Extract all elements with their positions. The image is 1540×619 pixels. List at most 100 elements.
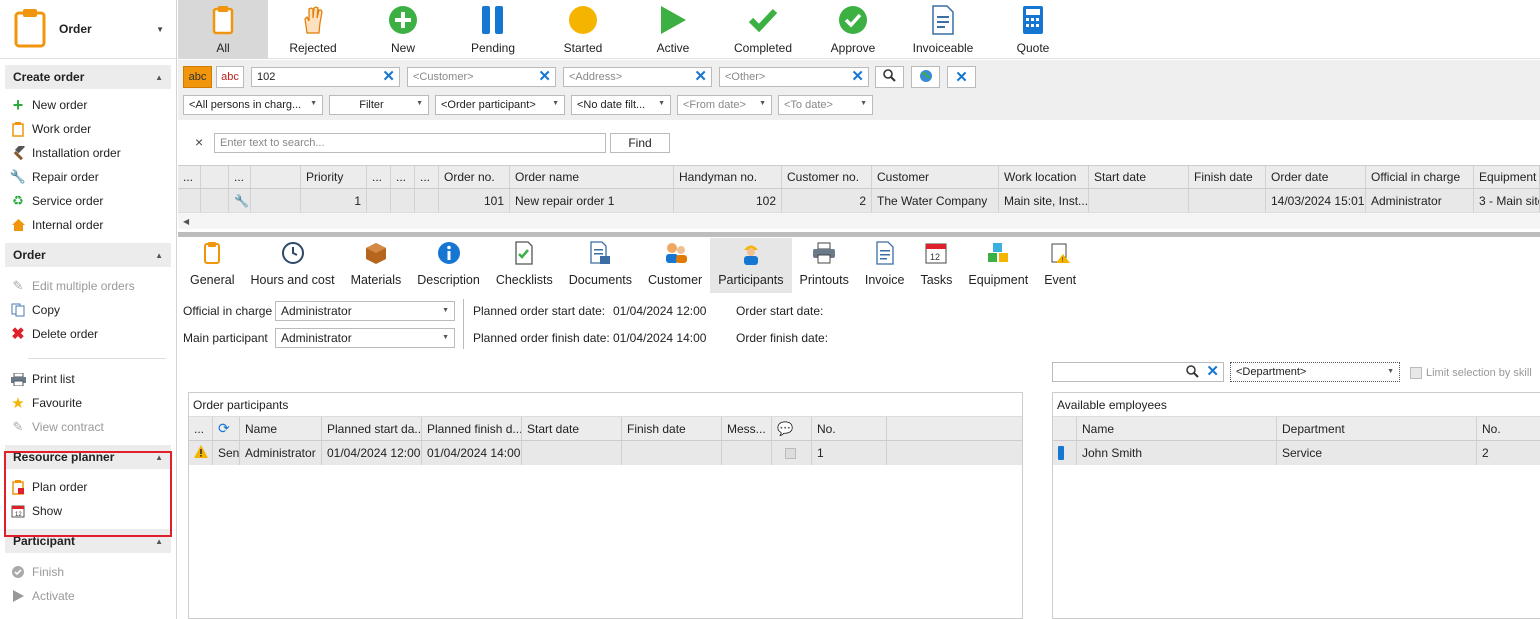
- clear-icon[interactable]: ✕: [851, 69, 864, 85]
- filter-all-button[interactable]: All: [178, 0, 268, 59]
- clock-icon: [281, 241, 305, 265]
- limit-skill-checkbox[interactable]: [1410, 367, 1422, 379]
- sidebar-item-work-order[interactable]: Work order: [0, 117, 176, 141]
- horizontal-scrollbar[interactable]: ◀: [178, 212, 1540, 229]
- address-filter-input[interactable]: <Address> ✕: [563, 67, 712, 87]
- sidebar-item-activate[interactable]: Activate: [0, 584, 176, 608]
- chevron-down-icon[interactable]: ▼: [156, 25, 164, 34]
- sidebar-item-new-order[interactable]: + New order: [0, 93, 176, 117]
- filter-approve-button[interactable]: Approve: [808, 0, 898, 59]
- globe-search-button[interactable]: [911, 66, 940, 88]
- tab-printouts[interactable]: Printouts: [792, 238, 857, 293]
- cell: Customer: [872, 166, 999, 188]
- search-input[interactable]: Enter text to search...: [214, 133, 606, 153]
- sidebar-item-copy[interactable]: Copy: [0, 298, 176, 322]
- filter-pending-button[interactable]: Pending: [448, 0, 538, 59]
- module-title: Order: [59, 22, 92, 36]
- filter-active-button[interactable]: Active: [628, 0, 718, 59]
- table-row[interactable]: SendAdministrator01/04/2024 12:0001/04/2…: [189, 441, 1022, 465]
- cell: Administrator: [1366, 189, 1474, 212]
- module-selector[interactable]: Order ▼: [0, 0, 176, 59]
- clear-icon[interactable]: ✕: [694, 69, 707, 85]
- table-row[interactable]: John Smith Service 2: [1053, 441, 1540, 465]
- order-participant-dropdown[interactable]: <Order participant> ▼: [435, 95, 565, 115]
- to-date-field[interactable]: <To date> ▼: [778, 95, 873, 115]
- other-filter-input[interactable]: <Other> ✕: [719, 67, 869, 87]
- cell: Send: [213, 441, 240, 465]
- divider: [28, 358, 166, 359]
- main-participant-dropdown[interactable]: Administrator ▼: [275, 328, 455, 348]
- sidebar-item-favourite[interactable]: ★ Favourite: [0, 391, 176, 415]
- tab-customer[interactable]: Customer: [640, 238, 710, 293]
- scroll-left-icon[interactable]: ◀: [183, 217, 189, 226]
- globe-icon: [919, 69, 933, 86]
- filter-quote-button[interactable]: Quote: [988, 0, 1078, 59]
- message-checkbox[interactable]: [785, 447, 796, 459]
- official-dropdown[interactable]: Administrator ▼: [275, 301, 455, 321]
- filter-invoiceable-button[interactable]: Invoiceable: [898, 0, 988, 59]
- customer-filter-input[interactable]: <Customer> ✕: [407, 67, 556, 87]
- date-filter-dropdown[interactable]: <No date filt... ▼: [571, 95, 671, 115]
- table-row[interactable]: 🔧 1 101 New repair order 1 102 2 The Water Com…: [178, 189, 1540, 212]
- tab-invoice[interactable]: Invoice: [857, 238, 913, 293]
- filter-completed-button[interactable]: Completed: [718, 0, 808, 59]
- orders-grid: ...... Priority......... Order no. Order na…: [178, 165, 1540, 212]
- clear-icon[interactable]: ✕: [1206, 364, 1219, 380]
- tab-description[interactable]: Description: [409, 238, 488, 293]
- sidebar-item-repair-order[interactable]: 🔧 Repair order: [0, 165, 176, 189]
- section-order[interactable]: Order ▲: [5, 243, 171, 267]
- cell: 102: [674, 189, 782, 212]
- tab-hours-and-cost[interactable]: Hours and cost: [242, 238, 342, 293]
- collapse-icon[interactable]: ▲: [155, 251, 163, 260]
- persons-dropdown[interactable]: <All persons in charg... ▼: [183, 95, 323, 115]
- item-label: Work order: [32, 122, 92, 136]
- filter-new-button[interactable]: New: [358, 0, 448, 59]
- sidebar-item-finish[interactable]: Finish: [0, 560, 176, 584]
- clear-icon[interactable]: ✕: [538, 69, 551, 85]
- sidebar-item-internal-order[interactable]: Internal order: [0, 213, 176, 237]
- abc-toggle-2[interactable]: abc: [216, 66, 244, 88]
- clipboard-icon: [208, 5, 238, 35]
- cell: [367, 189, 391, 212]
- tab-checklists[interactable]: Checklists: [488, 238, 561, 293]
- panel-splitter[interactable]: [178, 232, 1540, 237]
- sidebar-item-service-order[interactable]: ♻ Service order: [0, 189, 176, 213]
- tab-general[interactable]: General: [182, 238, 242, 293]
- item-label: Activate: [32, 589, 75, 603]
- event-icon: !: [1048, 241, 1072, 265]
- tab-tasks[interactable]: 12 Tasks: [912, 238, 960, 293]
- order-filter-input[interactable]: 102 ✕: [251, 67, 400, 87]
- sidebar-item-installation-order[interactable]: Installation order: [0, 141, 176, 165]
- employee-search-input[interactable]: ✕: [1052, 362, 1224, 382]
- filter-rejected-button[interactable]: Rejected: [268, 0, 358, 59]
- tab-label: Invoice: [864, 273, 905, 287]
- refresh-icon[interactable]: ⟳: [218, 420, 230, 437]
- tab-label: Checklists: [495, 273, 553, 287]
- abc-toggle-1[interactable]: abc: [183, 66, 212, 88]
- clear-search-icon[interactable]: ×: [195, 134, 203, 150]
- sidebar-item-delete-order[interactable]: ✖ Delete order: [0, 322, 176, 346]
- sidebar-item-edit-multiple[interactable]: ✎ Edit multiple orders: [0, 274, 176, 298]
- section-create-order[interactable]: Create order ▲: [5, 65, 171, 89]
- search-icon[interactable]: [1186, 365, 1199, 381]
- tab-event[interactable]: ! Event: [1036, 238, 1084, 293]
- find-button[interactable]: Find: [610, 133, 670, 153]
- department-dropdown[interactable]: <Department> ▼: [1230, 362, 1400, 382]
- tab-materials[interactable]: Materials: [343, 238, 410, 293]
- main-participant-label: Main participant: [183, 331, 268, 345]
- clear-icon[interactable]: ✕: [382, 69, 395, 85]
- tab-documents[interactable]: Documents: [561, 238, 640, 293]
- filter-started-button[interactable]: Started: [538, 0, 628, 59]
- search-button[interactable]: [875, 66, 904, 88]
- filter-dropdown[interactable]: Filter ▼: [329, 95, 429, 115]
- tab-equipment[interactable]: Equipment: [960, 238, 1036, 293]
- cell: [415, 189, 439, 212]
- collapse-icon[interactable]: ▲: [155, 73, 163, 82]
- tab-participants[interactable]: Participants: [710, 238, 792, 293]
- sidebar-item-view-contract[interactable]: ✎ View contract: [0, 415, 176, 439]
- cell: [251, 189, 301, 212]
- clear-filters-button[interactable]: ✕: [947, 66, 976, 88]
- collapse-icon[interactable]: ▲: [155, 537, 163, 546]
- sidebar-item-print-list[interactable]: Print list: [0, 367, 176, 391]
- from-date-field[interactable]: <From date> ▼: [677, 95, 772, 115]
